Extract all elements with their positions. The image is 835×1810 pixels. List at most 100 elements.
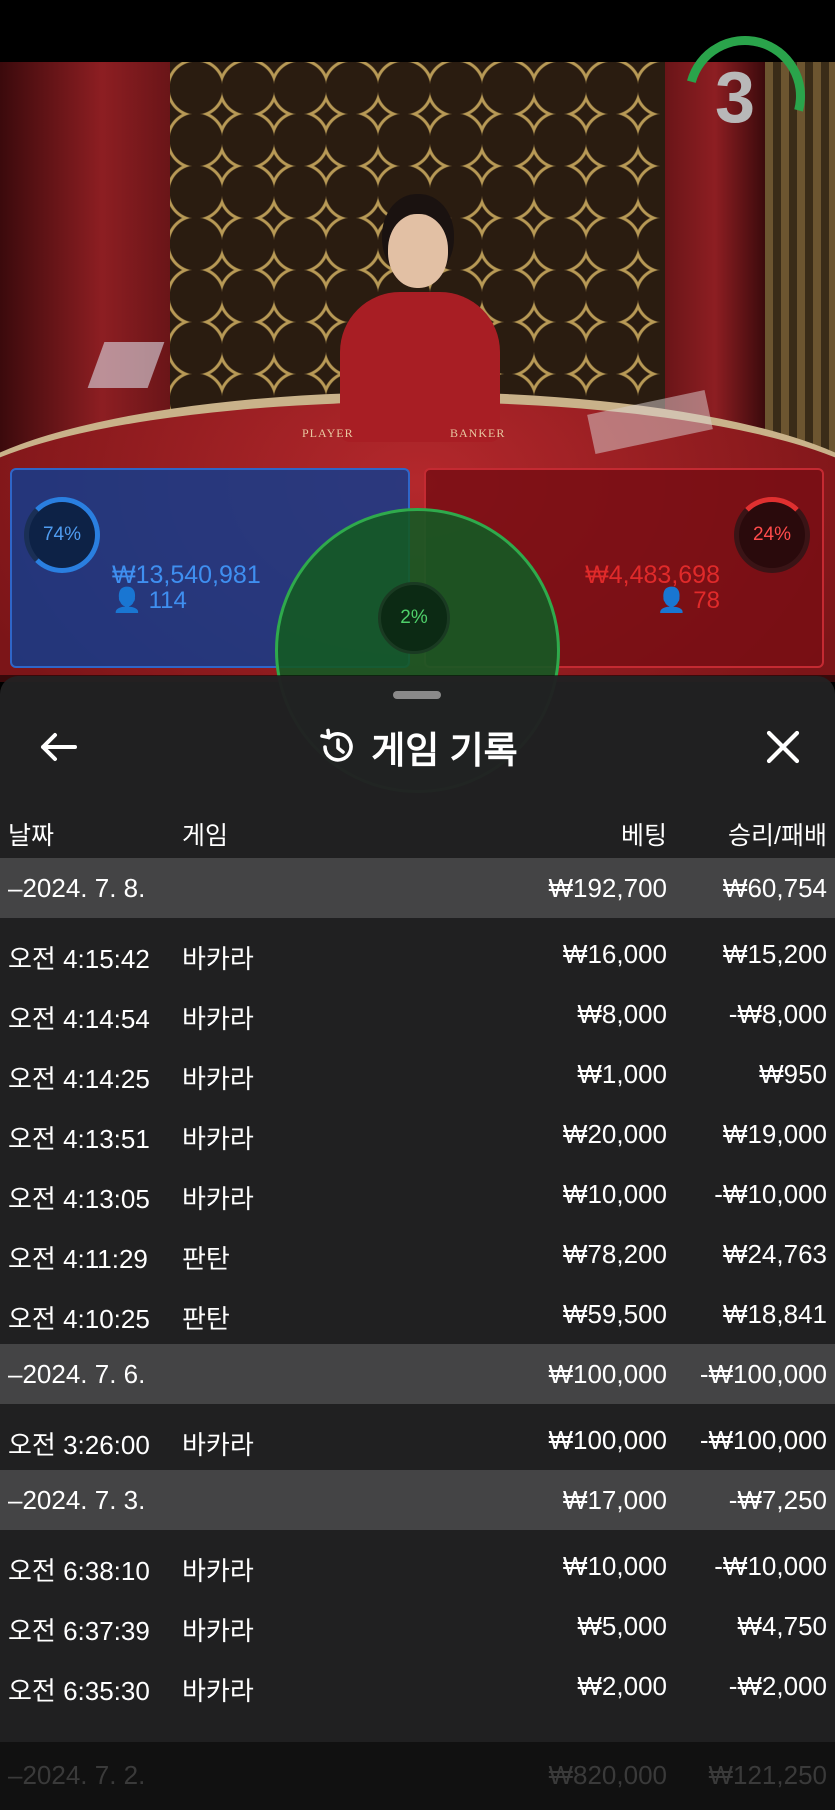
history-row[interactable]: 오전 4:14:25 바카라 ₩1,000 ₩950 [0,1044,835,1104]
group-bet-total: ₩192,700 [548,873,667,903]
row-bet: ₩10,000 [562,1179,667,1209]
history-list: –2024. 7. 8. ₩192,700 ₩60,754 오전 4:15:42… [0,858,835,1716]
player-user-count: 114 [148,587,187,615]
row-game: 바카라 [182,944,254,974]
close-button[interactable] [755,720,811,774]
history-row[interactable]: 오전 4:10:25 판탄 ₩59,500 ₩18,841 [0,1284,835,1344]
dealer [388,214,448,288]
history-row[interactable]: 오전 4:11:29 판탄 ₩78,200 ₩24,763 [0,1224,835,1284]
banker-percent: 24% [734,497,810,573]
date-group-row[interactable]: –2024. 7. 3. ₩17,000 -₩7,250 [0,1470,835,1530]
history-row[interactable]: 오전 4:13:05 바카라 ₩10,000 -₩10,000 [0,1164,835,1224]
history-row[interactable]: 오전 3:26:00 바카라 ₩100,000 -₩100,000 [0,1410,835,1470]
banker-stake: ₩4,483,698 👤 78 [540,561,720,614]
column-header-result: 승리/패배 [728,822,827,850]
column-header-date: 날짜 [8,822,55,850]
row-game: 판탄 [182,1244,230,1274]
close-icon [766,730,800,764]
row-time: 오전 4:14:54 [8,1004,150,1034]
row-result: ₩24,763 [722,1239,827,1269]
player-percent: 74% [24,497,100,573]
banker-users: 👤 78 [540,588,720,613]
row-time: 오전 4:15:42 [8,944,150,974]
player-users: 👤 114 [112,588,261,613]
user-icon: 👤 [112,587,142,615]
row-time: 오전 6:38:10 [8,1556,150,1586]
row-time: 오전 4:13:05 [8,1184,150,1214]
row-result: ₩19,000 [722,1119,827,1149]
row-result: -₩10,000 [714,1551,827,1581]
group-bet-total: ₩100,000 [548,1359,667,1389]
player-stake-amount: ₩13,540,981 [112,561,261,589]
table-label-player: PLAYER [302,426,354,440]
row-game: 바카라 [182,1004,254,1034]
date-group-row[interactable]: –2024. 7. 6. ₩100,000 -₩100,000 [0,1344,835,1404]
row-bet: ₩2,000 [577,1671,667,1701]
history-row[interactable]: 오전 6:37:39 바카라 ₩5,000 ₩4,750 [0,1596,835,1656]
sheet-title: 게임 기록 [0,712,835,782]
banker-stake-amount: ₩4,483,698 [585,561,720,589]
row-bet: ₩16,000 [562,939,667,969]
group-result-total: -₩100,000 [699,1359,827,1389]
group-date: –2024. 7. 8. [8,873,146,903]
history-row[interactable]: 오전 6:38:10 바카라 ₩10,000 -₩10,000 [0,1536,835,1596]
row-result: ₩950 [759,1059,827,1089]
group-date: –2024. 7. 3. [8,1485,146,1515]
page-title: 게임 기록 [371,730,518,771]
history-row[interactable]: 오전 4:14:54 바카라 ₩8,000 -₩8,000 [0,984,835,1044]
row-time: 오전 3:26:00 [8,1430,150,1460]
group-bet-total: ₩17,000 [562,1485,667,1515]
row-bet: ₩100,000 [548,1425,667,1455]
row-result: ₩4,750 [737,1611,827,1641]
row-game: 바카라 [182,1064,254,1094]
row-time: 오전 4:10:25 [8,1304,150,1334]
group-bet-total: ₩820,000 [548,1760,667,1790]
tie-percent: 2% [378,582,450,654]
row-result: ₩18,841 [722,1299,827,1329]
row-game: 판탄 [182,1304,230,1334]
dealer-body [340,292,500,442]
row-bet: ₩1,000 [577,1059,667,1089]
row-result: -₩100,000 [699,1425,827,1455]
player-stake: ₩13,540,981 👤 114 [112,561,261,614]
row-game: 바카라 [182,1616,254,1646]
group-result-total: ₩121,250 [708,1760,827,1790]
sheet-header: 게임 기록 [0,712,835,782]
sheet-drag-handle[interactable] [393,691,441,699]
row-game: 바카라 [182,1430,254,1460]
row-result: -₩2,000 [728,1671,827,1701]
history-row[interactable]: 오전 6:35:30 바카라 ₩2,000 -₩2,000 [0,1656,835,1716]
row-bet: ₩8,000 [577,999,667,1029]
row-game: 바카라 [182,1184,254,1214]
row-result: -₩8,000 [728,999,827,1029]
row-bet: ₩59,500 [562,1299,667,1329]
history-row[interactable]: 오전 4:13:51 바카라 ₩20,000 ₩19,000 [0,1104,835,1164]
next-date-group-partial[interactable]: –2024. 7. 2. ₩820,000 ₩121,250 [0,1742,835,1810]
row-time: 오전 4:14:25 [8,1064,150,1094]
row-time: 오전 6:35:30 [8,1676,150,1706]
group-date: –2024. 7. 2. [8,1760,146,1790]
row-game: 바카라 [182,1124,254,1154]
history-row[interactable]: 오전 4:15:42 바카라 ₩16,000 ₩15,200 [0,924,835,984]
group-result-total: ₩60,754 [722,873,827,903]
row-game: 바카라 [182,1556,254,1586]
row-bet: ₩20,000 [562,1119,667,1149]
table-label-banker: BANKER [450,426,506,440]
row-result: ₩15,200 [722,939,827,969]
row-bet: ₩78,200 [562,1239,667,1269]
row-game: 바카라 [182,1676,254,1706]
banker-user-count: 78 [693,587,720,615]
group-result-total: -₩7,250 [728,1485,827,1515]
row-time: 오전 4:13:51 [8,1124,150,1154]
game-history-sheet: 게임 기록 날짜 게임 베팅 승리/패배 –2024. 7. 8. ₩192,7… [0,676,835,1810]
history-icon [320,728,354,762]
table-header: 날짜 게임 베팅 승리/패배 [0,802,835,860]
row-time: 오전 6:37:39 [8,1616,150,1646]
countdown-timer: 3 [714,58,755,138]
date-group-row[interactable]: –2024. 7. 8. ₩192,700 ₩60,754 [0,858,835,918]
group-date: –2024. 7. 6. [8,1359,146,1389]
row-bet: ₩5,000 [577,1611,667,1641]
row-result: -₩10,000 [714,1179,827,1209]
row-bet: ₩10,000 [562,1551,667,1581]
column-header-game: 게임 [182,822,229,850]
